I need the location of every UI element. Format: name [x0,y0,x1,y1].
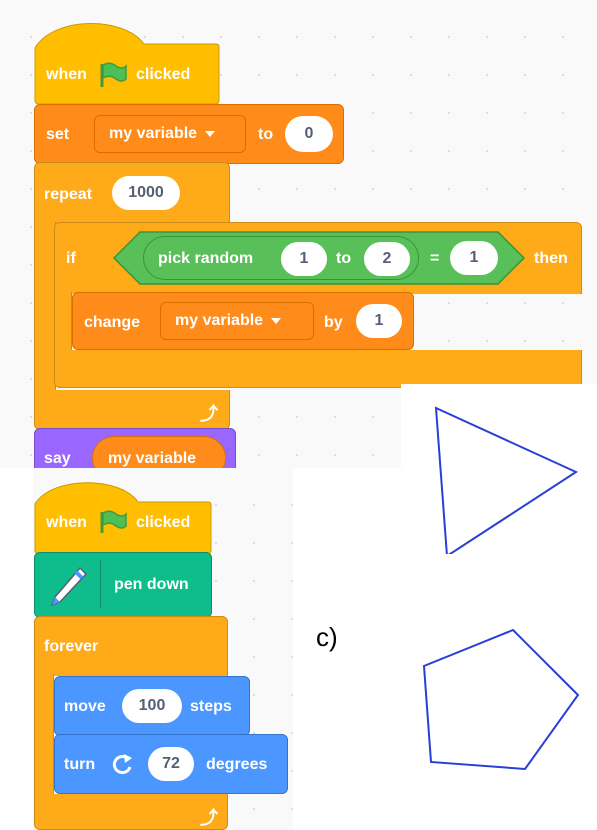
equals-compare-input[interactable]: 1 [450,241,498,275]
set-variable-dropdown[interactable]: my variable [94,115,246,153]
move-steps-input[interactable]: 100 [122,689,182,723]
triangle-shape [434,406,579,558]
green-flag-icon [100,510,127,533]
equals-label: = [430,250,440,267]
change-label: change [84,314,141,331]
repeat-label: repeat [44,186,93,203]
set-variable-name: my variable [109,125,198,142]
change-variable-dropdown[interactable]: my variable [160,302,314,340]
say-variable-label: my variable [108,450,197,467]
turn-degrees-input[interactable]: 72 [148,747,194,781]
degrees-label: degrees [206,756,268,773]
repeat-block-arm [34,222,56,392]
forever-loop-arrow-icon: ⤴ [200,808,218,828]
change-by-label: by [324,314,343,331]
rotate-clockwise-icon [112,754,132,774]
pick-random-label: pick random [158,250,254,267]
pen-divider [100,560,101,608]
set-label: set [46,126,70,143]
repeat-count-input[interactable]: 1000 [112,176,180,210]
pen-icon [50,566,88,607]
set-value-input[interactable]: 0 [285,116,333,152]
random-to-label: to [336,250,352,267]
repeat-loop-arrow-icon: ⤴ [200,404,218,424]
if-label: if [66,250,76,267]
triangle-output-panel [401,384,597,558]
change-variable-name: my variable [175,312,264,329]
green-flag-icon [100,62,127,87]
forever-label: forever [44,638,99,655]
hat2-when-label: when [46,514,87,531]
if-block-bottom [54,350,582,388]
pentagon-shape [422,628,580,771]
pen-down-label: pen down [114,576,189,593]
if-block-arm [54,292,72,352]
say-label: say [44,450,71,467]
hat2-clicked-label: clicked [136,514,191,531]
hat-when-label: when [46,66,87,83]
forever-block-arm [34,674,54,796]
random-to-input[interactable]: 2 [364,242,410,276]
move-label: move [64,698,106,715]
random-from-input[interactable]: 1 [281,242,327,276]
hat-clicked-label: clicked [136,66,191,83]
then-label: then [534,250,568,267]
dropdown-caret-icon [205,131,216,137]
caption-label: c) [316,622,338,652]
change-value-input[interactable]: 1 [356,304,402,338]
turn-label: turn [64,756,96,773]
dropdown-caret-icon [271,318,282,324]
forever-block-bottom [34,794,228,830]
steps-label: steps [190,698,232,715]
set-to-label: to [258,126,274,143]
